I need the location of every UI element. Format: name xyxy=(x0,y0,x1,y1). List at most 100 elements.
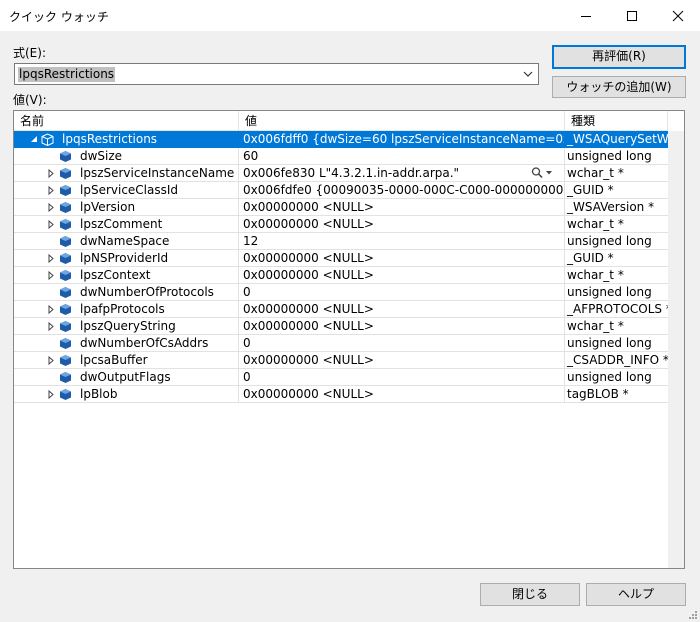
table-row[interactable]: lpszQueryString 0x00000000 <NULL> wchar_t … xyxy=(14,318,668,335)
vertical-scrollbar[interactable] xyxy=(668,131,684,568)
expand-triangle-icon[interactable] xyxy=(47,186,55,195)
table-row[interactable]: dwNumberOfProtocols 0 unsigned long xyxy=(14,284,668,301)
header-name[interactable]: 名前 xyxy=(14,111,239,131)
table-row[interactable]: lpcsaBuffer 0x00000000 <NULL> _CSADDR_INFO… xyxy=(14,352,668,369)
row-value-text: 0x00000000 <NULL> xyxy=(243,251,374,265)
table-row[interactable]: lpServiceClassId 0x006fdfe0 {00090035-000… xyxy=(14,182,668,199)
row-value: 0 xyxy=(239,284,565,301)
field-icon xyxy=(60,270,71,281)
object-icon xyxy=(41,133,54,146)
row-name: lpqsRestrictions xyxy=(62,132,158,146)
row-type: tagBLOB * xyxy=(565,386,668,403)
expand-triangle-icon[interactable] xyxy=(47,305,55,314)
row-name: dwOutputFlags xyxy=(80,370,171,384)
expression-combobox[interactable]: lpqsRestrictions xyxy=(14,63,539,85)
row-value: 0x00000000 <NULL> xyxy=(239,199,565,216)
row-value: 0x00000000 <NULL> xyxy=(239,352,565,369)
row-value: 0x00000000 <NULL> xyxy=(239,250,565,267)
expand-triangle-icon[interactable] xyxy=(47,169,55,178)
expand-triangle-icon[interactable] xyxy=(47,203,55,212)
row-value-text: 0x006fdfe0 {00090035-0000-000C-C000-0000… xyxy=(243,183,565,197)
row-name: lpVersion xyxy=(80,200,136,214)
table-row[interactable]: dwOutputFlags 0 unsigned long xyxy=(14,369,668,386)
row-value: 0 xyxy=(239,335,565,352)
row-type: _GUID * xyxy=(565,182,668,199)
expand-triangle-icon[interactable] xyxy=(47,254,55,263)
field-icon xyxy=(60,389,71,400)
expand-triangle-icon[interactable] xyxy=(47,322,55,331)
row-value-text: 0x00000000 <NULL> xyxy=(243,217,374,231)
header-type[interactable]: 種類 xyxy=(565,111,668,131)
table-row[interactable]: lpNSProviderId 0x00000000 <NULL> _GUID * xyxy=(14,250,668,267)
row-value: 0x00000000 <NULL> xyxy=(239,318,565,335)
row-value-text: 0x00000000 <NULL> xyxy=(243,319,374,333)
header-value[interactable]: 値 xyxy=(239,111,565,131)
row-value: 0x00000000 <NULL> xyxy=(239,386,565,403)
row-name: lpcsaBuffer xyxy=(80,353,148,367)
table-row[interactable]: lpafpProtocols 0x00000000 <NULL> _AFPROTOC… xyxy=(14,301,668,318)
row-name: lpszContext xyxy=(80,268,151,282)
row-type: unsigned long xyxy=(565,369,668,386)
collapse-triangle-icon[interactable] xyxy=(30,135,38,143)
minimize-icon xyxy=(581,16,591,17)
expand-triangle-icon[interactable] xyxy=(47,356,55,365)
row-name: dwNameSpace xyxy=(80,234,170,248)
table-row[interactable]: lpszContext 0x00000000 <NULL> wchar_t * xyxy=(14,267,668,284)
row-value-text: 0 xyxy=(243,370,251,384)
help-button[interactable]: ヘルプ xyxy=(586,583,686,606)
field-icon xyxy=(60,185,71,196)
row-type: _WSAQuerySetW * xyxy=(565,132,668,148)
grid-header: 名前 値 種類 xyxy=(14,111,684,131)
close-window-button[interactable] xyxy=(655,0,700,31)
resize-grip-icon[interactable] xyxy=(688,610,698,620)
row-name: lpszComment xyxy=(80,217,163,231)
table-row[interactable]: lpszServiceInstanceName 0x006fe830 L"4.3.… xyxy=(14,165,668,182)
expression-value: lpqsRestrictions xyxy=(18,67,116,82)
table-row-root[interactable]: lpqsRestrictions 0x006fdff0 {dwSize=60 l… xyxy=(14,131,668,148)
table-row[interactable]: lpszComment 0x00000000 <NULL> wchar_t * xyxy=(14,216,668,233)
row-type: unsigned long xyxy=(565,233,668,250)
row-value: 0x00000000 <NULL> xyxy=(239,301,565,318)
expand-triangle-icon[interactable] xyxy=(47,220,55,229)
row-name: lpafpProtocols xyxy=(80,302,165,316)
row-value: 0 xyxy=(239,369,565,386)
header-corner xyxy=(668,111,684,131)
row-type: _CSADDR_INFO * xyxy=(565,353,668,369)
row-type: unsigned long xyxy=(565,284,668,301)
row-value-text: 0 xyxy=(243,285,251,299)
field-icon xyxy=(60,168,71,179)
row-value-text: 0 xyxy=(243,336,251,350)
expand-triangle-icon[interactable] xyxy=(47,390,55,399)
table-row[interactable]: dwSize 60 unsigned long xyxy=(14,148,668,165)
expand-triangle-icon[interactable] xyxy=(47,271,55,280)
row-name: lpszQueryString xyxy=(80,319,176,333)
row-value: 12 xyxy=(239,233,565,250)
add-watch-button[interactable]: ウォッチの追加(W) xyxy=(552,76,686,98)
row-name: dwNumberOfProtocols xyxy=(80,285,214,299)
close-button[interactable]: 閉じる xyxy=(480,583,580,606)
field-icon xyxy=(60,338,71,349)
table-row[interactable]: lpBlob 0x00000000 <NULL> tagBLOB * xyxy=(14,386,668,403)
row-name: lpServiceClassId xyxy=(80,183,179,197)
text-visualizer-icon[interactable] xyxy=(531,166,555,180)
row-value: 0x00000000 <NULL> xyxy=(239,267,565,284)
row-name: lpNSProviderId xyxy=(80,251,169,265)
chevron-down-icon[interactable] xyxy=(523,70,533,78)
watch-grid[interactable]: 名前 値 種類 lpqsRestrictions 0x006fdff0 {dwS… xyxy=(13,110,685,569)
table-row[interactable]: dwNumberOfCsAddrs 0 unsigned long xyxy=(14,335,668,352)
field-icon xyxy=(60,236,71,247)
row-name: lpBlob xyxy=(80,387,118,401)
table-row[interactable]: lpVersion 0x00000000 <NULL> _WSAVersion * xyxy=(14,199,668,216)
expression-label: 式(E): xyxy=(13,46,46,60)
row-type: wchar_t * xyxy=(565,165,668,182)
reevaluate-button[interactable]: 再評価(R) xyxy=(552,45,686,69)
table-row[interactable]: dwNameSpace 12 unsigned long xyxy=(14,233,668,250)
row-value-text: 0x00000000 <NULL> xyxy=(243,200,374,214)
field-icon xyxy=(60,321,71,332)
field-icon xyxy=(60,304,71,315)
field-icon xyxy=(60,253,71,264)
row-type: _AFPROTOCOLS * xyxy=(565,302,668,318)
maximize-button[interactable] xyxy=(609,0,655,31)
minimize-button[interactable] xyxy=(563,0,609,31)
row-type: unsigned long xyxy=(565,148,668,165)
